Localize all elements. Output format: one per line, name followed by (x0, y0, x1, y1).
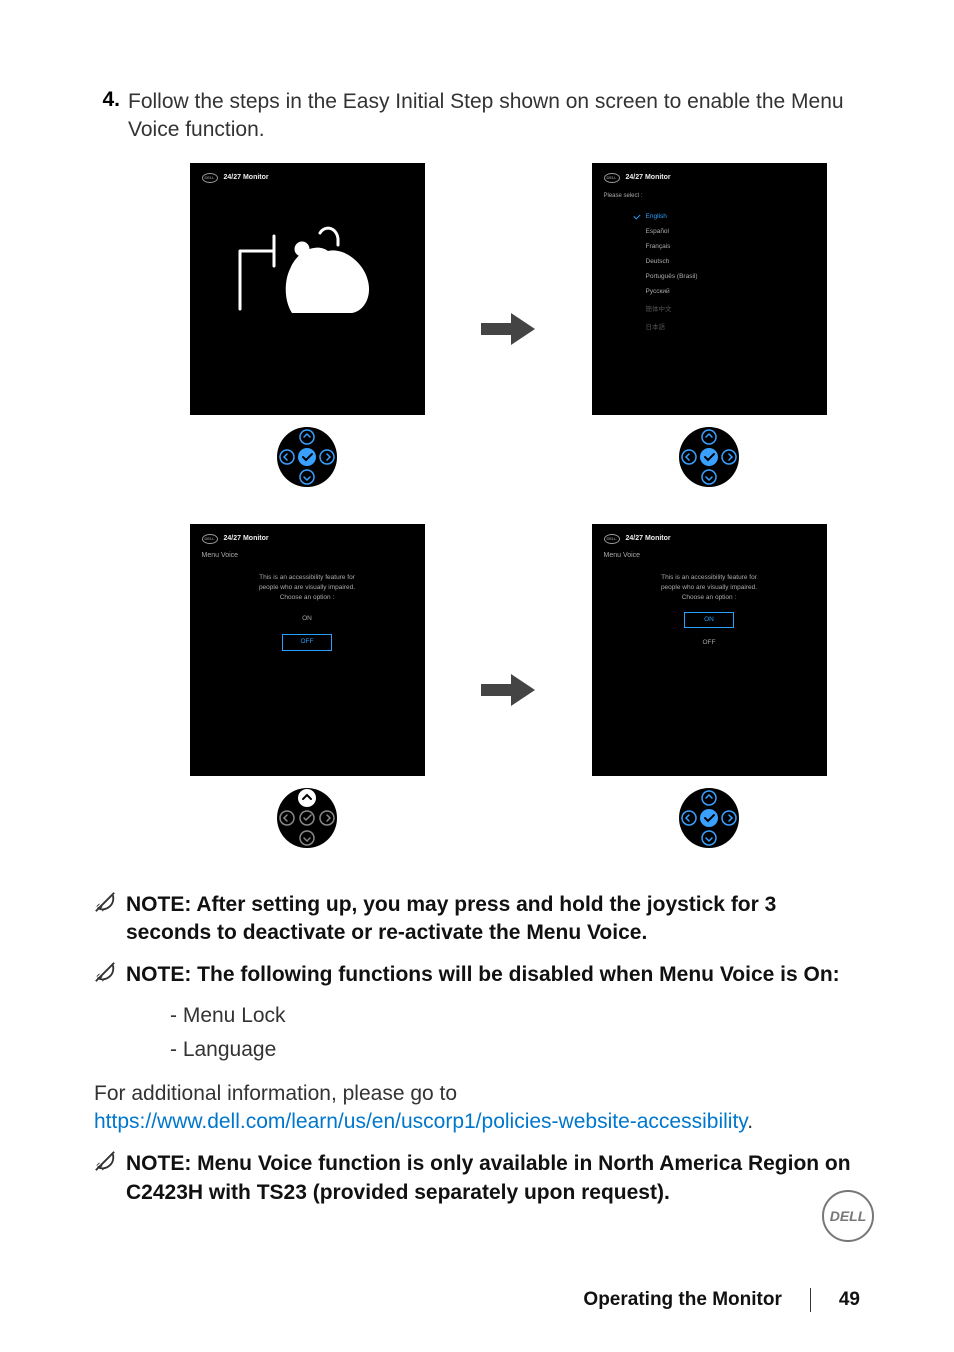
footer-separator (810, 1288, 811, 1312)
lang-label: Deutsch (646, 258, 670, 265)
please-select-label: Please select : (604, 193, 815, 199)
footer-section-title: Operating the Monitor (583, 1289, 781, 1311)
dell-logo-tiny: DELL (202, 534, 218, 544)
screen-menu-voice-off: DELL 24/27 Monitor Menu Voice This is an… (190, 524, 425, 776)
mv-line: people who are visually impaired. (604, 583, 815, 593)
screen-initial: DELL 24/27 Monitor (190, 163, 425, 415)
lang-label: Español (646, 228, 670, 235)
lang-portugues[interactable]: Português (Brasil) (604, 269, 815, 284)
option-on[interactable]: ON (684, 612, 734, 628)
option-off[interactable]: OFF (684, 636, 734, 650)
joystick-nav-up-icon (273, 784, 341, 852)
lang-english[interactable]: English (604, 209, 815, 224)
note-1: NOTE: After setting up, you may press an… (126, 891, 860, 948)
note-icon (94, 891, 116, 913)
step-text: Follow the steps in the Easy Initial Ste… (128, 88, 860, 145)
joystick-hand-illustration (232, 201, 382, 341)
step-number: 4. (94, 88, 128, 112)
dell-logo-tiny: DELL (604, 534, 620, 544)
screen-title: 24/27 Monitor (626, 174, 671, 181)
footer-page-number: 49 (839, 1289, 860, 1311)
mv-line: This is an accessibility feature for (202, 573, 413, 583)
para-prefix: For additional information, please go to (94, 1082, 457, 1105)
bullet-menu-lock: - Menu Lock (170, 1004, 860, 1028)
note-3: NOTE: Menu Voice function is only availa… (126, 1150, 860, 1207)
screen-title: 24/27 Monitor (224, 174, 269, 181)
joystick-nav-icon (675, 423, 743, 491)
lang-label: 日本語 (646, 321, 666, 331)
menu-voice-heading: Menu Voice (604, 552, 815, 559)
lang-francais[interactable]: Français (604, 239, 815, 254)
dell-logo-tiny: DELL (202, 173, 218, 183)
lang-russian[interactable]: Русский (604, 284, 815, 299)
arrow-right-icon (481, 313, 535, 345)
lang-label: English (646, 213, 667, 220)
lang-japanese[interactable]: 日本語 (604, 317, 815, 335)
check-icon (633, 213, 640, 220)
note-icon (94, 1150, 116, 1172)
additional-info-para: For additional information, please go to… (94, 1080, 860, 1137)
mv-line: Choose an option : (202, 593, 413, 603)
joystick-nav-icon (675, 784, 743, 852)
bullet-language: - Language (170, 1038, 860, 1062)
dell-logo-tiny: DELL (604, 173, 620, 183)
dell-badge: DELL (822, 1190, 874, 1242)
joystick-nav-icon (273, 423, 341, 491)
language-list: English Español Français Deutsch Portugu… (604, 209, 815, 335)
lang-espanol[interactable]: Español (604, 224, 815, 239)
lang-label: Français (646, 243, 671, 250)
note-2: NOTE: The following functions will be di… (126, 961, 840, 989)
mv-line: Choose an option : (604, 593, 815, 603)
screen-title: 24/27 Monitor (224, 535, 269, 542)
arrow-right-icon (481, 674, 535, 706)
mv-line: This is an accessibility feature for (604, 573, 815, 583)
para-suffix: . (747, 1110, 753, 1133)
lang-chinese[interactable]: 簡体中文 (604, 299, 815, 317)
note-icon (94, 961, 116, 983)
screen-menu-voice-on: DELL 24/27 Monitor Menu Voice This is an… (592, 524, 827, 776)
lang-deutsch[interactable]: Deutsch (604, 254, 815, 269)
option-off[interactable]: OFF (282, 634, 332, 650)
panels-grid: DELL 24/27 Monitor (156, 163, 860, 857)
lang-label: Русский (646, 288, 670, 295)
accessibility-link[interactable]: https://www.dell.com/learn/us/en/uscorp1… (94, 1110, 747, 1133)
screen-title: 24/27 Monitor (626, 535, 671, 542)
menu-voice-heading: Menu Voice (202, 552, 413, 559)
option-on[interactable]: ON (282, 612, 332, 626)
lang-label: 簡体中文 (646, 303, 672, 313)
screen-language: DELL 24/27 Monitor Please select : Engli… (592, 163, 827, 415)
lang-label: Português (Brasil) (646, 273, 698, 280)
mv-line: people who are visually impaired. (202, 583, 413, 593)
